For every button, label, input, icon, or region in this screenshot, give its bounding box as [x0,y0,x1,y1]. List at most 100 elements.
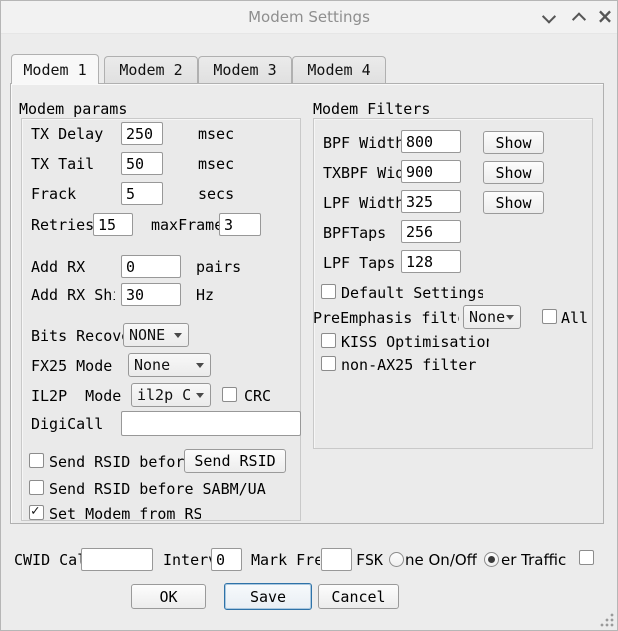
tab-label: Modem 1 [23,61,86,79]
tx-delay-input[interactable] [121,122,163,145]
bits-recovery-value: NONE [129,326,165,344]
preemphasis-label: PreEmphasis filter [313,309,459,328]
interval-input[interactable] [211,548,242,571]
bits-recovery-select[interactable]: NONE [123,323,189,347]
maxframe-input[interactable] [219,213,261,236]
mark-freq-input[interactable] [321,548,352,571]
tab-modem-3[interactable]: Modem 3 [198,56,292,83]
preemphasis-all-checkbox[interactable] [542,309,557,324]
send-rsid-sabm-checkbox[interactable] [29,480,44,495]
tx-tail-unit: msec [198,155,234,174]
close-button[interactable] [596,10,614,26]
fx25-mode-label: FX25 Mode [31,357,126,376]
minimize-button[interactable] [540,10,558,26]
il2p-mode-value: il2p C [137,386,191,404]
il2p-mode-select[interactable]: il2p C [131,383,211,407]
send-rsid-button-label: Send RSID [194,452,275,470]
set-modem-from-rsid-checkbox[interactable] [29,505,44,520]
chevron-down-icon [542,10,556,24]
interval-label: Interval [163,551,211,570]
preemphasis-all-label: All [561,309,588,328]
modem-params-title: Modem params [19,100,127,118]
chevron-down-icon [174,333,182,338]
add-rx-label: Add RX [31,258,117,277]
cwid-call-label: CWID Call [14,551,81,570]
maxframe-label: maxFrame [151,216,219,235]
chevron-up-icon [572,12,586,26]
bpf-width-input[interactable] [401,130,461,153]
cwid-extra-checkbox[interactable] [579,550,594,565]
cwid-call-input[interactable] [81,548,153,571]
non-ax25-filter-label: non-AX25 filter [341,356,501,375]
show-button-label: Show [495,134,531,152]
send-rsid-label: Send RSID before [49,453,184,472]
add-rx-input[interactable] [121,255,181,278]
chevron-down-icon [506,315,514,320]
crc-checkbox[interactable] [222,387,237,402]
default-settings-label: Default Settings [341,284,483,303]
bpf-width-label: BPF Width [323,134,401,153]
retries-input[interactable] [93,213,133,236]
lpf-taps-input[interactable] [401,250,461,273]
cancel-button[interactable]: Cancel [318,584,399,609]
ok-button-label: OK [159,588,177,606]
txbpf-width-input[interactable] [401,160,461,183]
window-title: Modem Settings [1,8,617,26]
cancel-button-label: Cancel [331,588,385,606]
bpf-taps-label: BPFTaps [323,224,401,243]
kiss-optimisation-checkbox[interactable] [321,333,336,348]
resize-grip[interactable] [600,613,614,627]
lpf-width-label: LPF Width [323,194,401,213]
show-button-label: Show [495,194,531,212]
fx25-mode-value: None [134,356,170,374]
save-button[interactable]: Save [224,583,312,610]
after-traffic-label: er Traffic [501,551,566,570]
tone-on-off-radio[interactable] [389,552,404,567]
tab-modem-1[interactable]: Modem 1 [11,54,99,84]
lpf-taps-label: LPF Taps [323,254,399,273]
send-rsid-sabm-label: Send RSID before SABM/UA [49,480,294,499]
modem-settings-window: Modem Settings Modem 1 Modem 2 Modem 3 M… [0,0,618,631]
show-button-label: Show [495,164,531,182]
ok-button[interactable]: OK [131,584,206,609]
kiss-optimisation-label: KISS Optimisation [341,333,489,352]
tab-modem-4[interactable]: Modem 4 [292,56,386,83]
tab-label: Modem 3 [213,61,276,79]
lpf-width-input[interactable] [401,190,461,213]
add-rx-shift-input[interactable] [121,283,181,306]
txbpf-width-label: TXBPF Width [323,164,401,183]
non-ax25-filter-checkbox[interactable] [321,356,336,371]
chevron-down-icon [196,363,204,368]
frack-input[interactable] [121,182,163,205]
crc-label: CRC [244,387,271,406]
chevron-down-icon [196,393,204,398]
bpf-taps-input[interactable] [401,220,461,243]
modem-filters-title: Modem Filters [313,100,430,118]
preemphasis-value: None [469,308,505,326]
send-rsid-button[interactable]: Send RSID [184,449,286,473]
send-rsid-checkbox[interactable] [29,453,44,468]
close-icon [597,9,614,27]
default-settings-checkbox[interactable] [321,284,336,299]
tx-tail-input[interactable] [121,152,163,175]
tx-tail-label: TX Tail [31,155,107,174]
maximize-button[interactable] [570,10,588,26]
save-button-label: Save [250,588,286,606]
add-rx-shift-label: Add RX Shift [31,286,115,305]
digicall-input[interactable] [121,411,301,436]
bpf-show-button[interactable]: Show [483,131,544,154]
lpf-show-button[interactable]: Show [483,191,544,214]
bits-recovery-label: Bits Recovery [31,327,123,346]
set-modem-from-rsid-label: Set Modem from RSID [49,505,201,524]
txbpf-show-button[interactable]: Show [483,161,544,184]
tx-delay-unit: msec [198,125,234,144]
tab-label: Modem 2 [119,61,182,79]
add-rx-unit: pairs [196,258,241,277]
preemphasis-select[interactable]: None [463,305,521,329]
retries-label: Retries [31,216,93,235]
tone-on-off-label: ne On/Off [405,551,477,570]
tab-modem-2[interactable]: Modem 2 [104,56,198,83]
fx25-mode-select[interactable]: None [128,353,211,377]
after-traffic-radio[interactable] [484,552,499,567]
tx-delay-label: TX Delay [31,125,107,144]
